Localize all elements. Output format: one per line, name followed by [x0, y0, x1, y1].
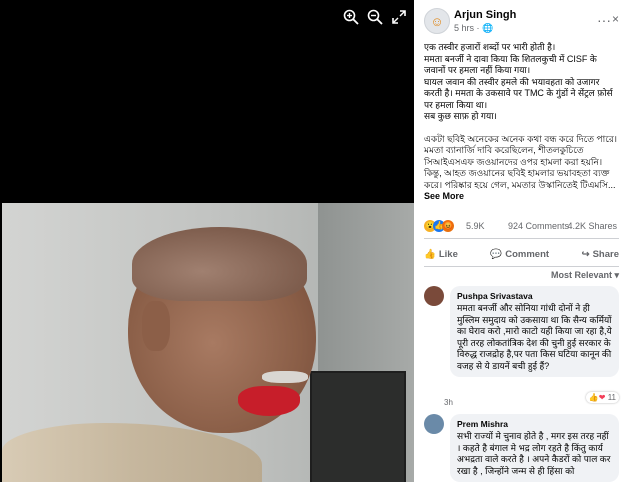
globe-icon: 🌐 — [482, 23, 494, 33]
post-text-segment: মমতা ব্যানার্জি দাবি করেছিলেন, শীতলকুচিত… — [424, 145, 616, 190]
post-text-line: মমতা ব্যানার্জি দাবি করেছিলেন, শীতলকুচিত… — [424, 145, 619, 203]
comment-item: Pushpa Srivastava ममता बनर्जी और सोनिया … — [424, 286, 619, 396]
comment-reaction-count: 11 — [607, 393, 616, 402]
like-label: Like — [438, 248, 458, 260]
comment-bubble: Pushpa Srivastava ममता बनर्जी और सोनिया … — [450, 286, 619, 377]
more-options-icon[interactable]: ··· — [597, 12, 611, 28]
fullscreen-icon[interactable] — [390, 8, 408, 26]
commenter-name[interactable]: Pushpa Srivastava — [457, 291, 612, 301]
photo-cabinet — [310, 371, 406, 482]
commenter-name[interactable]: Prem Mishra — [457, 419, 612, 429]
divider — [424, 238, 619, 239]
post-text-line: एक तस्वीर हजारों शब्दों पर भारी होती है। — [424, 42, 556, 52]
commenter-avatar[interactable] — [424, 414, 444, 434]
comment-item: Prem Mishra सभी राज्यों मे चुनाव होते है… — [424, 414, 619, 482]
reactions-bar: 😮👍😡 5.9K 924 Comments 4.2K Shares — [424, 220, 619, 234]
thumbs-up-icon: 👍 — [424, 248, 436, 260]
divider — [424, 266, 619, 267]
like-reaction-icon: 👍 — [588, 393, 599, 402]
post-text-line: ममता बनर्जी ने दावा किया कि शितलकुची में… — [424, 53, 597, 76]
post-header: ☺ Arjun Singh 5 hrs · 🌐 ··· × — [424, 8, 619, 38]
post-actions: 👍 Like 💬 Comment ↪ Share — [424, 244, 619, 264]
photo-ear — [142, 301, 170, 351]
commenter-avatar[interactable] — [424, 286, 444, 306]
zoom-in-icon[interactable] — [342, 8, 360, 26]
viewer-controls — [342, 8, 408, 26]
comment-time[interactable]: 3h — [444, 398, 453, 407]
share-button[interactable]: ↪ Share — [582, 244, 619, 264]
comment-reactions[interactable]: 👍❤ 11 — [585, 392, 619, 403]
comment-text: ममता बनर्जी और सोनिया गांधी दोनों ने ही … — [457, 303, 612, 371]
zoom-out-icon[interactable] — [366, 8, 384, 26]
comment-icon: 💬 — [490, 248, 503, 260]
share-label: Share — [592, 248, 619, 260]
comments-count[interactable]: 924 Comments — [508, 221, 569, 231]
author-avatar[interactable]: ☺ — [424, 8, 450, 34]
comment-sort-dropdown[interactable]: Most Relevant ▾ — [551, 270, 619, 281]
post-text-line: सब कुछ साफ़ हो गया। — [424, 111, 497, 121]
reactions-count[interactable]: 5.9K — [466, 221, 485, 231]
comment-label: Comment — [505, 248, 550, 260]
post-text-line: घायल जवान की तस्वीर हमले की भयावहता को उ… — [424, 76, 613, 110]
comment-button[interactable]: 💬 Comment — [490, 244, 549, 264]
shares-count[interactable]: 4.2K Shares — [567, 221, 617, 231]
post-photo[interactable] — [2, 203, 414, 482]
photo-mustache — [262, 371, 308, 383]
post-time[interactable]: 5 hrs — [454, 23, 474, 33]
comment-text: सभी राज्यों मे चुनाव होते है , मगर इस तर… — [457, 431, 611, 476]
post-panel: ☺ Arjun Singh 5 hrs · 🌐 ··· × एक तस्वीर … — [414, 0, 627, 482]
comment-bubble: Prem Mishra सभी राज्यों मे चुनाव होते है… — [450, 414, 619, 482]
photo-viewer — [0, 0, 414, 482]
photo-wound — [238, 386, 300, 416]
close-icon[interactable]: × — [612, 12, 619, 26]
author-name[interactable]: Arjun Singh — [454, 9, 516, 21]
see-more-link[interactable]: See More — [424, 191, 464, 201]
love-reaction-icon: ❤ — [598, 393, 606, 402]
photo-hair — [132, 227, 307, 301]
like-button[interactable]: 👍 Like — [424, 244, 458, 264]
angry-reaction-icon[interactable]: 😡 — [442, 220, 454, 232]
share-icon: ↪ — [581, 248, 590, 260]
post-meta: 5 hrs · 🌐 — [454, 23, 493, 34]
post-text: एक तस्वीर हजारों शब्दों पर भारी होती है।… — [424, 42, 619, 203]
post-text-line: একটা ছবিই অনেকের অনেক কথা বন্ধ করে দিতে … — [424, 133, 618, 144]
